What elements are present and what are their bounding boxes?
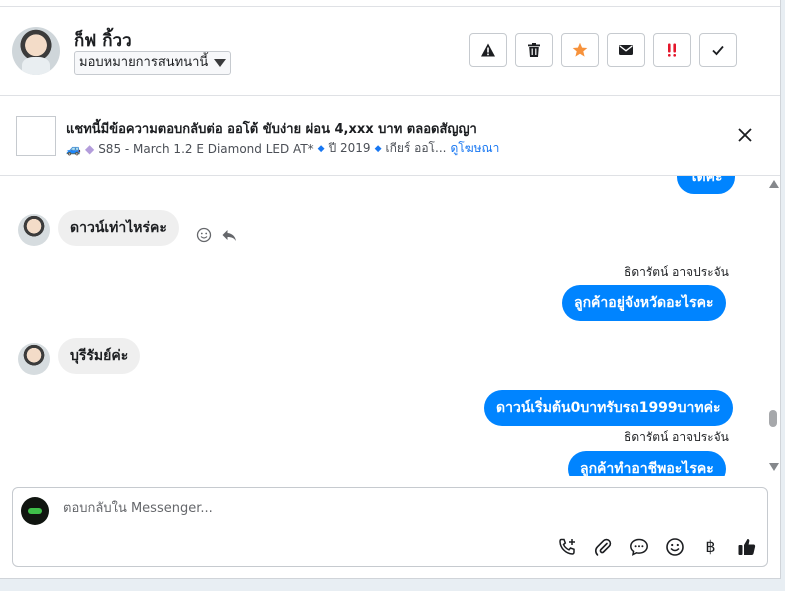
- contact-avatar-small: [18, 214, 50, 246]
- reply-composer: ฿: [12, 487, 768, 567]
- separator-dot: ◆: [374, 143, 382, 154]
- chat-panel: ก็ฟ กิ้วว มอบหมายการสนทนานี้ แชทนี้มีข้อ…: [0, 0, 781, 579]
- outgoing-message: ลูกค้าทำอาชีพอะไรคะ: [568, 451, 726, 476]
- outgoing-message: ดาวน์เริ่มต้น0บาทรับรถ1999บาทค่ะ: [484, 390, 733, 426]
- incoming-message: ดาวน์เท่าไหร่คะ: [58, 210, 179, 246]
- scroll-up-arrow-icon[interactable]: [769, 180, 779, 188]
- follow-up-button[interactable]: [653, 33, 691, 67]
- contact-avatar-small: [18, 343, 50, 375]
- sender-name: ธิดารัตน์ อาจประจัน: [624, 430, 729, 444]
- chat-bubble-icon: [629, 538, 648, 556]
- ad-gear: เกียร์ ออโ...: [385, 141, 447, 155]
- check-icon: [712, 45, 724, 56]
- outgoing-message: โตคะ: [677, 176, 735, 194]
- baht-icon: ฿: [705, 537, 716, 556]
- reply-input[interactable]: [61, 500, 665, 517]
- attach-button[interactable]: [591, 535, 614, 558]
- contact-name[interactable]: ก็ฟ กิ้วว: [74, 27, 132, 54]
- header-actions: [469, 33, 737, 67]
- delete-button[interactable]: [515, 33, 553, 67]
- thumbs-up-icon: [738, 538, 755, 555]
- like-button[interactable]: [735, 535, 758, 558]
- emoji-icon: [665, 537, 684, 556]
- double-exclamation-icon: [668, 43, 676, 57]
- mark-unread-button[interactable]: [607, 33, 645, 67]
- phone-add-icon: [558, 538, 575, 555]
- star-icon: [572, 42, 588, 57]
- envelope-icon: [619, 45, 633, 55]
- mark-done-button[interactable]: [699, 33, 737, 67]
- outgoing-message: ลูกค้าอยู่จังหวัดอะไรคะ: [562, 285, 726, 321]
- scroll-down-arrow-icon[interactable]: [769, 463, 779, 471]
- message-scrollbar[interactable]: [766, 176, 780, 476]
- mark-spam-button[interactable]: [469, 33, 507, 67]
- separator-dot: ◆: [317, 143, 325, 154]
- call-button[interactable]: [555, 535, 578, 558]
- composer-tools: ฿: [555, 535, 758, 558]
- emoji-button[interactable]: [663, 535, 686, 558]
- ad-context-banner: แชทนี้มีข้อความตอบกลับต่อ ออโต้ ขับง่าย …: [0, 96, 780, 176]
- diamond-icon: ◆: [84, 141, 95, 156]
- ad-year: ปี 2019: [328, 141, 371, 155]
- ad-model: S85 - March 1.2 E Diamond LED AT*: [98, 141, 314, 156]
- saved-replies-button[interactable]: [627, 535, 650, 558]
- trash-icon: [528, 43, 540, 57]
- view-ad-link[interactable]: ดูโฆษณา: [450, 139, 499, 158]
- incoming-message: บุรีรัมย์ค่ะ: [58, 338, 141, 374]
- ad-details: 🚙 ◆ S85 - March 1.2 E Diamond LED AT* ◆ …: [66, 139, 499, 158]
- sender-name: ธิดารัตน์ อาจประจัน: [624, 265, 729, 279]
- payment-button[interactable]: ฿: [699, 535, 722, 558]
- contact-avatar[interactable]: [12, 27, 60, 75]
- ad-thumbnail: [16, 116, 56, 156]
- reply-arrow-icon[interactable]: [221, 227, 237, 243]
- assign-conversation-dropdown[interactable]: มอบหมายการสนทนานี้: [74, 51, 232, 75]
- close-icon[interactable]: [736, 126, 754, 144]
- message-list[interactable]: โตคะ ดาวน์เท่าไหร่คะ ธิดารัตน์ อาจประจัน…: [0, 176, 766, 476]
- car-icon: 🚙: [66, 141, 81, 156]
- star-button[interactable]: [561, 33, 599, 67]
- assign-label: มอบหมายการสนทนานี้: [79, 55, 209, 70]
- scrollbar-thumb[interactable]: [769, 410, 777, 427]
- emoji-react-icon[interactable]: [196, 227, 212, 243]
- paperclip-icon: [594, 538, 611, 556]
- conversation-header: ก็ฟ กิ้วว มอบหมายการสนทนานี้: [0, 7, 780, 96]
- ad-title: แชทนี้มีข้อความตอบกลับต่อ ออโต้ ขับง่าย …: [66, 122, 477, 137]
- caret-down-icon: [214, 59, 227, 67]
- warning-icon: [481, 43, 495, 57]
- page-avatar: [21, 497, 49, 525]
